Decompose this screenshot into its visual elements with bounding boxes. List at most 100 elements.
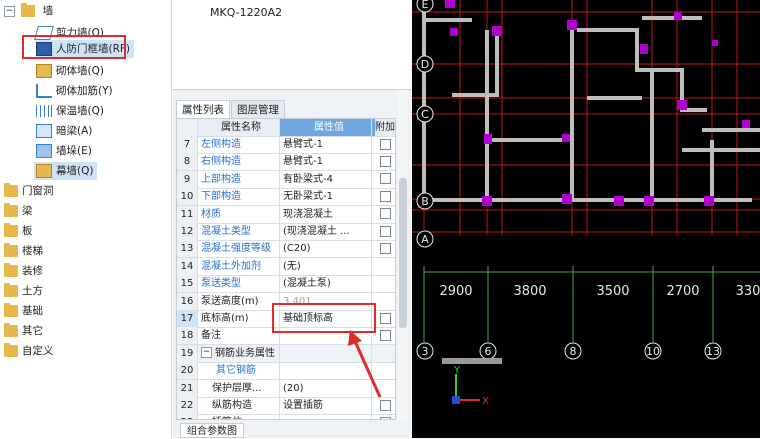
attach-checkbox[interactable]: [379, 208, 391, 220]
tree-group-stairs[interactable]: 楼梯: [4, 242, 43, 260]
tree-group-beam[interactable]: 梁: [4, 202, 33, 220]
dimension-3500: 3500: [596, 284, 629, 299]
property-value[interactable]: 有卧梁式-4: [279, 170, 375, 188]
attach-checkbox[interactable]: [379, 312, 391, 324]
row-number: 16: [177, 292, 198, 310]
attach-checkbox[interactable]: [379, 416, 391, 419]
property-value[interactable]: (现浇混凝土 ...: [279, 223, 375, 240]
table-row[interactable]: 10 下部构造 无卧梁式-1: [177, 188, 395, 207]
tree-group-foundation[interactable]: 基础: [4, 302, 43, 320]
tree-group-openings[interactable]: 门窗洞: [4, 182, 54, 200]
property-name: 混凝土类型: [201, 226, 251, 237]
row-number: 22: [177, 397, 198, 414]
grid-header: 属性名称 属性值 附加: [177, 119, 395, 137]
attach-checkbox[interactable]: [379, 190, 391, 202]
cad-canvas[interactable]: E D C B A 3 6 8 10 13 2900 3800 3500 270…: [412, 0, 760, 438]
property-name: 插筋信...: [198, 414, 292, 419]
component-preview: [173, 0, 411, 90]
table-row[interactable]: 9 上部构造 有卧梁式-4: [177, 170, 395, 189]
property-value[interactable]: (C20): [279, 240, 375, 258]
tree-group-decoration[interactable]: 装修: [4, 262, 43, 280]
tab-layer-management[interactable]: 图层管理: [231, 100, 285, 119]
property-name: 左侧构造: [201, 139, 241, 150]
tree-group-earthwork[interactable]: 土方: [4, 282, 43, 300]
folder-icon: [4, 283, 18, 297]
property-value[interactable]: [279, 414, 375, 419]
table-row[interactable]: 15 泵送类型 (混凝土泵): [177, 275, 395, 294]
row-number: 20: [177, 362, 198, 380]
row-number: 11: [177, 205, 198, 223]
folder-icon: [4, 343, 18, 357]
collapse-toggle-icon[interactable]: −: [4, 5, 15, 17]
table-row[interactable]: 11 材质 现浇混凝土: [177, 205, 395, 224]
tab-combination-param[interactable]: 组合参数图: [180, 423, 244, 438]
tree-group-other[interactable]: 其它: [4, 322, 43, 340]
tree-group-custom[interactable]: 自定义: [4, 342, 54, 360]
attach-cell: [371, 240, 395, 258]
table-row[interactable]: 23插筋信...: [177, 414, 395, 419]
dimension-2700: 2700: [666, 284, 699, 299]
row-number: 8: [177, 153, 198, 171]
axis-label-c: C: [421, 108, 429, 121]
tree-item-curtain-wall[interactable]: 幕墙(Q): [34, 162, 98, 180]
attach-cell: [371, 170, 395, 188]
property-value[interactable]: 无卧梁式-1: [279, 188, 375, 206]
attach-cell: [371, 188, 395, 206]
property-name: 纵筋构造: [212, 400, 252, 411]
row-number: 23: [177, 414, 198, 419]
tree-item-wall-pier[interactable]: 墙垛(E): [36, 142, 92, 160]
property-name: 下部构造: [201, 191, 241, 203]
annotation-arrow-icon: [348, 330, 382, 398]
table-row[interactable]: 12 混凝土类型 (现浇混凝土 ...: [177, 223, 395, 241]
attach-cell: [371, 223, 395, 240]
folder-icon: [4, 183, 18, 197]
curtain-wall-icon: [36, 164, 52, 178]
tree-node-wall[interactable]: − 墙: [4, 2, 53, 20]
property-name: 材质: [201, 208, 221, 220]
attach-cell: [371, 205, 395, 223]
axis-label-13: 13: [706, 345, 720, 358]
table-row[interactable]: 7 左侧构造 悬臂式-1: [177, 136, 395, 154]
property-name: 上部构造: [201, 173, 241, 185]
tree-item-masonry-rebar[interactable]: 砌体加筋(Y): [36, 82, 113, 100]
axis-label-b: B: [421, 195, 429, 208]
tree-item-insulation-wall[interactable]: 保温墙(Q): [36, 102, 104, 120]
tab-property-list[interactable]: 属性列表: [176, 100, 230, 119]
tree-group-slab[interactable]: 板: [4, 222, 33, 240]
property-name: 保护层厚...: [212, 382, 262, 394]
attach-cell: [371, 414, 395, 419]
header-add: 附加: [371, 119, 395, 136]
property-value[interactable]: (无): [279, 257, 375, 275]
table-row[interactable]: 13 混凝土强度等级 (C20): [177, 240, 395, 259]
attach-checkbox[interactable]: [379, 242, 391, 254]
scrollbar-thumb[interactable]: [399, 178, 407, 328]
component-name: MKQ-1220A2: [210, 6, 283, 19]
table-row[interactable]: 14 混凝土外加剂 (无): [177, 257, 395, 276]
axis-label-8: 8: [570, 345, 577, 358]
folder-icon: [4, 203, 18, 217]
folder-icon: [4, 223, 18, 237]
axis-label-3: 3: [422, 345, 429, 358]
property-value[interactable]: 现浇混凝土: [279, 205, 375, 223]
table-row[interactable]: 8 右侧构造 悬臂式-1: [177, 153, 395, 172]
dimension-3800: 3800: [513, 284, 546, 299]
attach-checkbox[interactable]: [379, 138, 391, 150]
tree-item-hidden-beam[interactable]: 暗梁(A): [36, 122, 92, 140]
property-value[interactable]: 悬臂式-1: [279, 136, 375, 153]
hidden-beam-icon: [36, 124, 52, 138]
axis-label-6: 6: [485, 345, 492, 358]
tree-label: 墙: [42, 5, 54, 17]
collapse-toggle-icon[interactable]: −: [201, 347, 212, 359]
attach-checkbox[interactable]: [379, 173, 391, 185]
svg-text:Y: Y: [453, 365, 461, 376]
attach-checkbox[interactable]: [379, 225, 391, 237]
property-value[interactable]: (混凝土泵): [279, 275, 375, 293]
attach-checkbox[interactable]: [379, 155, 391, 167]
axis-label-a: A: [421, 233, 429, 246]
attach-cell: [371, 136, 395, 153]
tree-item-masonry-wall[interactable]: 砌体墙(Q): [36, 62, 104, 80]
property-value[interactable]: 悬臂式-1: [279, 153, 375, 171]
header-name: 属性名称: [221, 122, 261, 133]
component-tree[interactable]: − 墙 剪力墙(Q) 人防门框墙(RF) 砌体墙(Q) 砌体加筋(Y) 保温墙(…: [0, 0, 172, 438]
row-number: 17: [177, 310, 198, 327]
